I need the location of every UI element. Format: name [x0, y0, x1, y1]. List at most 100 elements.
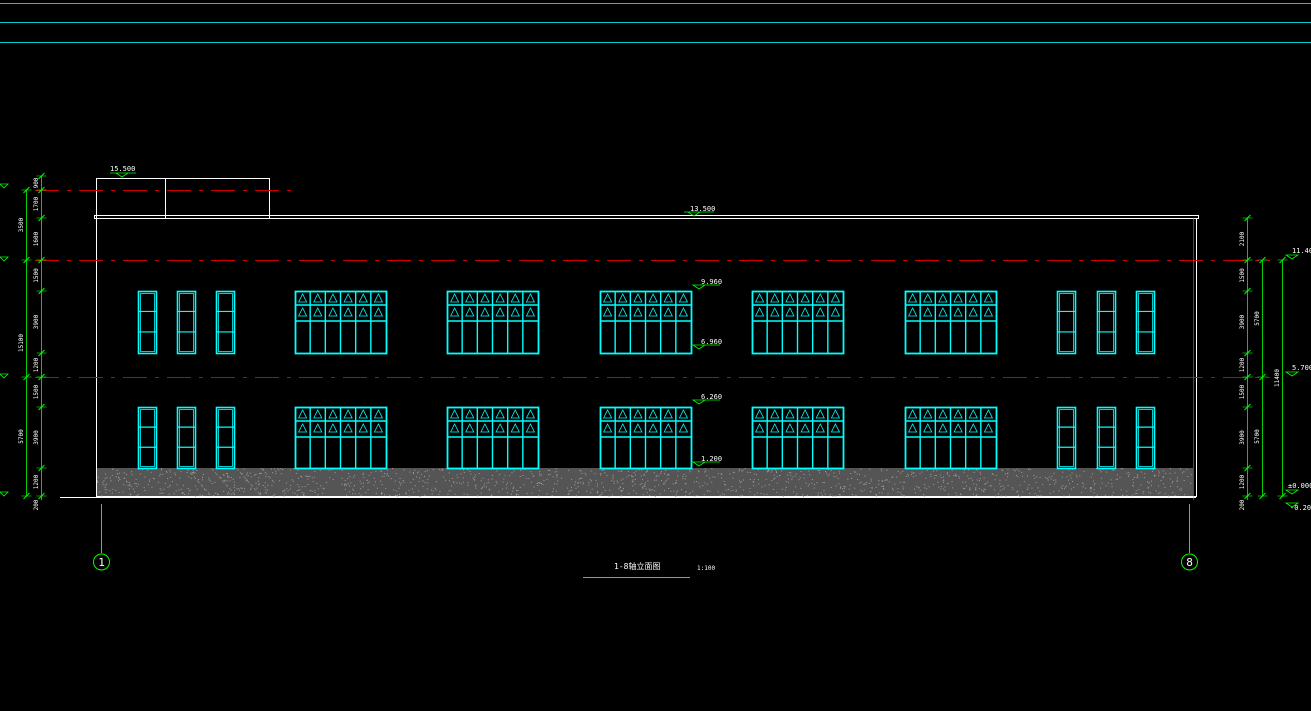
ground-speck [1155, 490, 1157, 492]
elevation-mark-right-below: -0.200 [1284, 502, 1311, 512]
ground-speck [301, 492, 303, 493]
ground-speck [790, 472, 792, 474]
narrow-window [215, 406, 236, 470]
ground-speck [976, 484, 978, 486]
ground-speck [345, 483, 347, 485]
ground-speck [665, 470, 667, 472]
ground-speck [475, 485, 477, 487]
ground-speck [131, 471, 132, 473]
ground-speck [1100, 471, 1102, 473]
ground-speck [776, 491, 778, 493]
ground-speck [250, 476, 252, 478]
ground-speck [271, 480, 273, 482]
ground-speck [133, 488, 135, 490]
elevation-mark-parapet: 13.500 [684, 205, 715, 217]
ground-speck [162, 492, 164, 494]
ground-speck [579, 477, 581, 479]
ground-speck [239, 472, 241, 474]
ground-speck [706, 483, 708, 485]
ground-speck [143, 487, 145, 489]
ground-speck [142, 469, 144, 471]
ground-speck [870, 491, 872, 492]
curtain-window [446, 406, 540, 470]
ground-speck [1128, 472, 1130, 474]
ground-speck [161, 469, 163, 471]
ground-speck [833, 475, 835, 477]
ground-speck [739, 480, 740, 482]
ground-speck [638, 469, 640, 471]
ground-speck [844, 487, 845, 489]
ground-speck [947, 472, 949, 474]
ground-speck [305, 475, 307, 477]
ground-speck [760, 492, 762, 494]
ground-speck [1164, 486, 1166, 488]
ground-speck [764, 485, 766, 487]
narrow-window [1096, 406, 1117, 470]
ground-speck [543, 480, 545, 481]
opening-triangle-mark [785, 423, 795, 433]
ground-speck [272, 472, 273, 474]
ground-speck [744, 468, 746, 470]
ground-speck [661, 471, 662, 473]
ground-speck [979, 471, 981, 473]
ground-speck [502, 481, 504, 483]
elevation-mark-roof-top: 15.500 [110, 165, 136, 178]
ground-speck [747, 471, 749, 473]
ground-speck [496, 470, 498, 472]
ground-speck [933, 484, 935, 485]
opening-triangle-mark [313, 307, 323, 317]
ground-speck [438, 493, 440, 495]
ground-speck [187, 469, 189, 471]
ground-speck [631, 481, 633, 483]
ground-speck [385, 487, 387, 489]
ground-speck [859, 482, 861, 484]
ground-speck [197, 479, 199, 480]
ground-speck [739, 495, 741, 497]
ground-speck [1019, 495, 1021, 497]
ground-speck [232, 492, 234, 494]
ground-speck [776, 482, 778, 484]
ground-speck [654, 486, 656, 488]
curtain-window [751, 290, 845, 355]
ground-speck [519, 487, 521, 489]
ground-speck [102, 482, 104, 484]
ground-speck [951, 469, 953, 471]
opening-triangle-mark [830, 293, 841, 303]
ground-speck [533, 475, 535, 477]
ground-speck [193, 471, 195, 473]
ground-speck [704, 482, 706, 484]
ground-speck [642, 487, 644, 489]
ground-speck [236, 488, 238, 490]
ground-speck [1148, 491, 1150, 493]
ground-speck [1110, 479, 1112, 481]
ground-speck [412, 473, 414, 475]
ground-speck [781, 488, 783, 490]
ground-speck [780, 470, 782, 472]
dimension-label: 1200 [33, 474, 40, 489]
ground-speck [290, 485, 292, 486]
ground-speck [1111, 486, 1113, 488]
ground-speck [516, 494, 517, 496]
ground-speck [202, 473, 204, 475]
ground-speck [312, 481, 314, 482]
elevation-mark-upper-head: 9.960 [691, 278, 722, 290]
ground-speck [967, 475, 969, 477]
ground-speck [362, 486, 364, 488]
ground-speck [517, 494, 519, 496]
ground-speck [345, 484, 347, 486]
ground-speck [209, 493, 211, 495]
ground-speck [795, 495, 797, 497]
ground-speck [768, 484, 770, 486]
ground-speck [536, 483, 538, 484]
ground-speck [248, 481, 250, 483]
opening-triangle-mark [907, 423, 918, 433]
ground-speck [1121, 495, 1123, 497]
ground-speck [681, 489, 683, 491]
opening-triangle-mark [602, 423, 613, 433]
opening-triangle-mark [510, 307, 520, 317]
ground-speck [1191, 474, 1193, 476]
opening-triangle-mark [358, 423, 368, 433]
ground-speck [808, 483, 810, 485]
ground-speck [609, 489, 611, 491]
ground-speck [684, 483, 686, 485]
